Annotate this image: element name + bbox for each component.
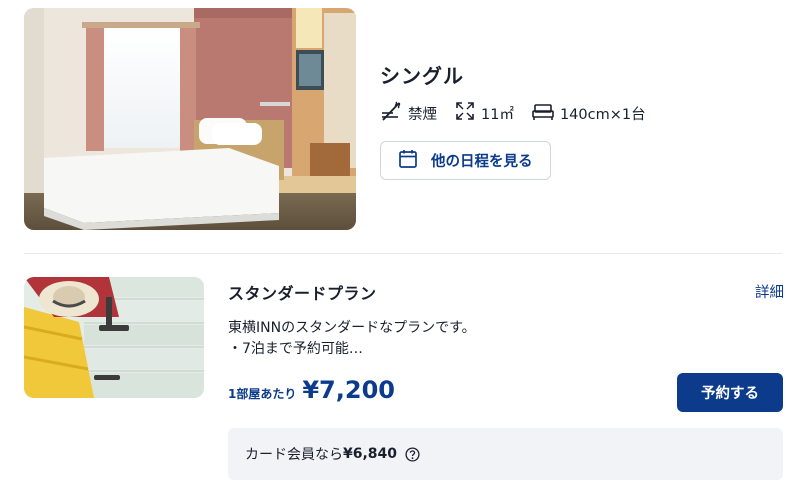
area-label: 11㎡	[481, 106, 514, 123]
help-circle-icon[interactable]	[405, 446, 420, 462]
plan-description-line: ・7泊まで予約可能…	[228, 341, 363, 357]
room-name: シングル	[380, 64, 464, 88]
feature-smoking: 禁煙	[380, 101, 437, 125]
feature-area: 11㎡	[455, 101, 514, 125]
plan-description-line: 東横INNのスタンダードなプランです。	[228, 320, 476, 336]
bed-label: 140cm×1台	[559, 106, 646, 123]
room-photo	[24, 8, 356, 230]
plan-details-link[interactable]: 詳細	[755, 281, 784, 302]
reserve-button[interactable]: 予約する	[677, 373, 783, 412]
plan-name: スタンダードプラン	[228, 284, 377, 303]
section-divider	[24, 253, 782, 254]
calendar-icon	[399, 149, 417, 172]
room-area-icon	[455, 101, 481, 125]
member-price-value: ¥6,840	[343, 446, 398, 462]
room-features: 禁煙 11㎡ 140cm×1台	[380, 100, 664, 126]
plan-description: 東横INNのスタンダードなプランです。 ・7泊まで予約可能…	[228, 318, 476, 360]
no-smoking-icon	[380, 101, 408, 125]
price-value: ¥7,200	[302, 376, 395, 404]
smoking-label: 禁煙	[408, 106, 437, 123]
feature-bed: 140cm×1台	[532, 101, 646, 125]
bed-icon	[532, 101, 560, 125]
other-dates-label: 他の日程を見る	[431, 154, 533, 170]
price-row: 1部屋あたり ¥7,200	[228, 376, 395, 404]
member-price-prefix: カード会員なら	[245, 447, 343, 463]
other-dates-button[interactable]: 他の日程を見る	[380, 141, 551, 180]
plan-photo	[24, 277, 204, 398]
member-price-box: カード会員なら ¥6,840	[228, 428, 783, 480]
price-label: 1部屋あたり	[228, 387, 297, 401]
